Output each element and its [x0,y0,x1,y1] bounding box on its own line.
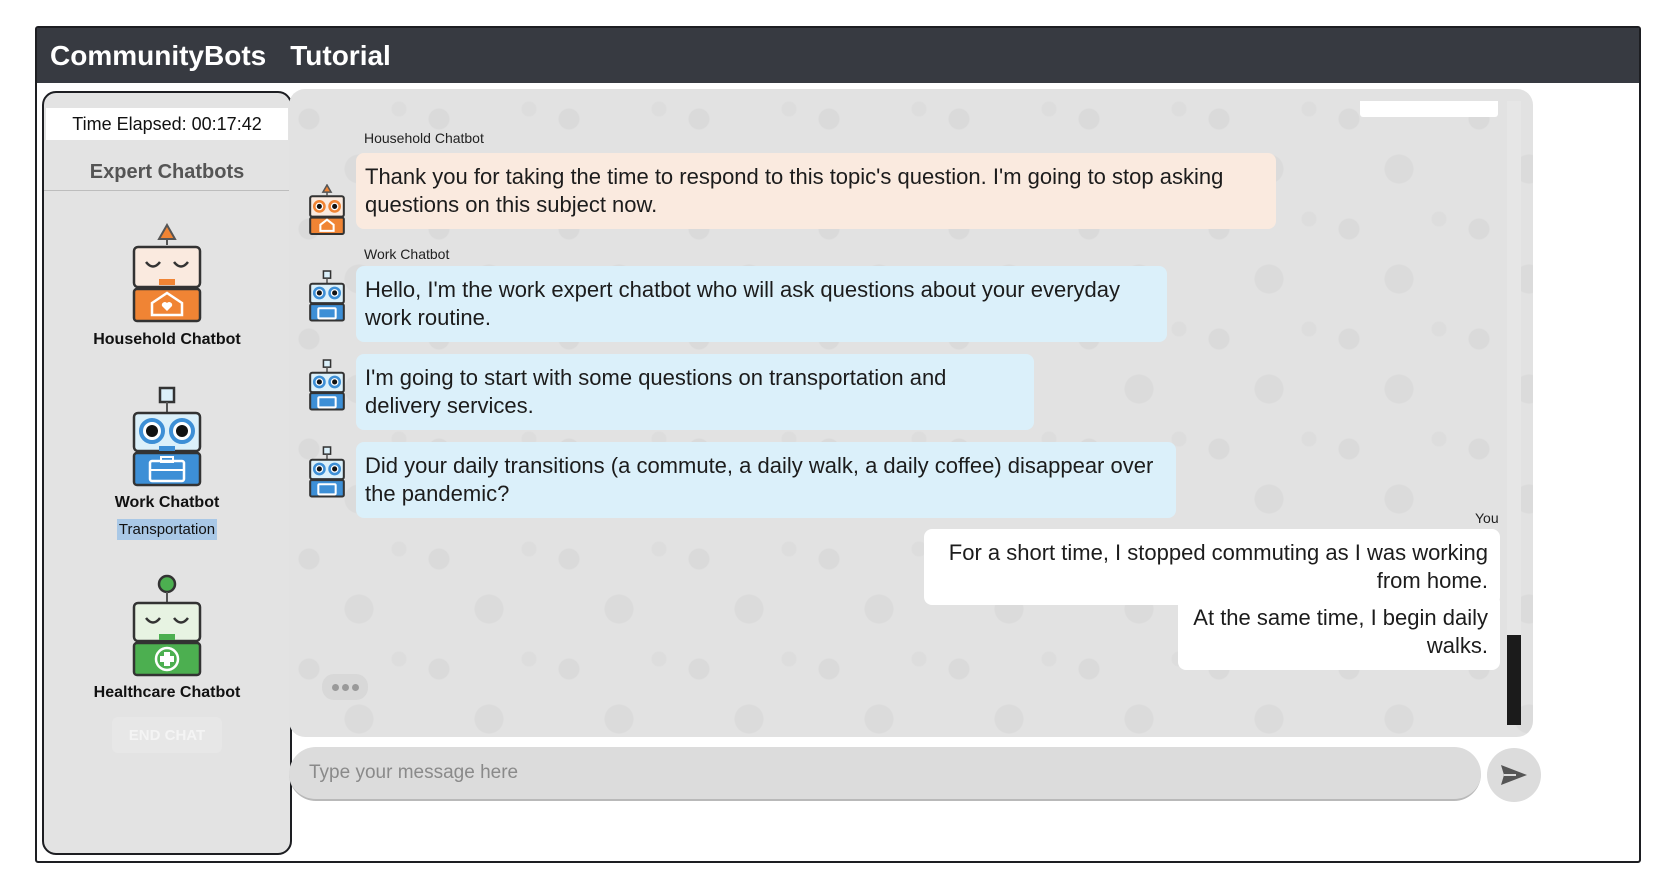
message-input[interactable] [309,747,1459,799]
top-navbar: CommunityBots Tutorial [37,28,1639,83]
expert-sidebar: Time Elapsed: 00:17:42 Expert Chatbots H… [42,91,292,855]
bot-name: Household Chatbot [93,331,241,348]
message-composer [289,747,1481,801]
chat-window[interactable]: Household Chatbot Thank you for taking t… [289,89,1533,737]
bot-name: Work Chatbot [114,494,220,511]
work-avatar-icon [309,359,345,411]
previous-message-bubble [1360,101,1498,117]
sender-label: Work Chatbot [364,246,450,262]
bot-message-bubble: I'm going to start with some questions o… [356,354,1034,430]
bot-message-bubble: Did your daily transitions (a commute, a… [356,442,1176,518]
work-chatbot-card[interactable]: Work Chatbot Transportation [44,386,290,540]
household-robot-icon [132,223,202,323]
time-elapsed: Time Elapsed: 00:17:42 [46,108,288,140]
send-arrow-icon [1501,765,1527,785]
user-message-bubble: At the same time, I begin daily walks. [1178,594,1500,670]
current-topic-badge: Transportation [116,519,218,540]
household-chatbot-card[interactable]: Household Chatbot [44,223,290,349]
scrollbar-thumb[interactable] [1507,635,1521,725]
bot-message-bubble: Hello, I'm the work expert chatbot who w… [356,266,1167,342]
work-robot-icon [132,386,202,487]
expert-chatbots-heading: Expert Chatbots [89,161,245,183]
chat-scrollbar[interactable] [1507,101,1521,725]
typing-dots-icon [322,674,368,700]
end-chat-button[interactable]: END CHAT [112,717,222,753]
bot-name: Healthcare Chatbot [93,684,241,701]
tutorial-link[interactable]: Tutorial [290,40,391,72]
sender-label-you: You [1475,510,1499,526]
app-window: CommunityBots Tutorial Time Elapsed: 00:… [35,26,1641,863]
work-avatar-icon [309,270,345,322]
bot-message-bubble: Thank you for taking the time to respond… [356,153,1276,229]
work-avatar-icon [309,446,345,498]
healthcare-chatbot-card[interactable]: Healthcare Chatbot [44,573,290,702]
brand-title: CommunityBots [50,39,267,71]
send-button[interactable] [1487,748,1541,802]
household-avatar-icon [309,184,345,235]
sender-label: Household Chatbot [364,130,484,146]
divider [44,190,290,191]
healthcare-robot-icon [132,574,202,677]
